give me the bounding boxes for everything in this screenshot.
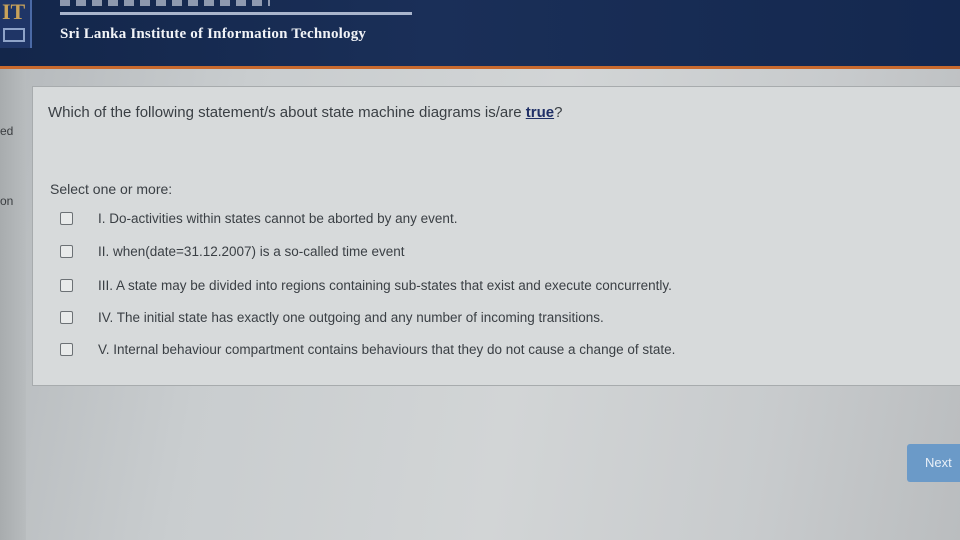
answer-option-3[interactable]: III. A state may be divided into regions…: [60, 275, 672, 295]
header-divider: [60, 12, 412, 15]
option-checkbox[interactable]: [60, 278, 73, 292]
answer-prompt: Select one or more:: [50, 181, 173, 197]
option-label[interactable]: I. Do-activities within states cannot be…: [98, 211, 457, 226]
option-checkbox[interactable]: [60, 310, 73, 324]
logo-emblem-icon: [3, 28, 25, 42]
header-accent-bar: [0, 66, 960, 69]
question-emphasis: true: [525, 104, 555, 121]
option-label[interactable]: IV. The initial state has exactly one ou…: [98, 310, 604, 325]
option-checkbox[interactable]: [60, 342, 73, 356]
header-banner-fragment: [60, 0, 270, 6]
answer-option-2[interactable]: II. when(date=31.12.2007) is a so-called…: [60, 241, 405, 261]
institute-logo[interactable]: IT: [0, 0, 32, 48]
logo-text: IT: [2, 0, 26, 24]
side-navigation: ed on: [0, 69, 26, 540]
answer-option-4[interactable]: IV. The initial state has exactly one ou…: [60, 307, 604, 327]
answer-option-1[interactable]: I. Do-activities within states cannot be…: [60, 208, 457, 228]
option-checkbox[interactable]: [60, 244, 73, 258]
question-text: Which of the following statement/s about…: [48, 104, 562, 121]
option-label[interactable]: III. A state may be divided into regions…: [98, 278, 672, 293]
quiz-page: IT Sri Lanka Institute of Information Te…: [0, 0, 960, 540]
side-nav-item-fragment[interactable]: ed: [0, 124, 13, 138]
institute-name: Sri Lanka Institute of Information Techn…: [60, 26, 367, 42]
site-header: IT Sri Lanka Institute of Information Te…: [0, 0, 960, 68]
question-text-main: Which of the following statement/s about…: [48, 104, 526, 121]
answer-option-5[interactable]: V. Internal behaviour compartment contai…: [60, 339, 675, 359]
option-label[interactable]: V. Internal behaviour compartment contai…: [98, 342, 675, 357]
option-checkbox[interactable]: [60, 211, 73, 225]
next-button[interactable]: Next: [907, 444, 960, 482]
option-label[interactable]: II. when(date=31.12.2007) is a so-called…: [98, 244, 405, 259]
side-nav-item-fragment[interactable]: on: [0, 194, 13, 208]
question-text-end: ?: [554, 104, 563, 121]
